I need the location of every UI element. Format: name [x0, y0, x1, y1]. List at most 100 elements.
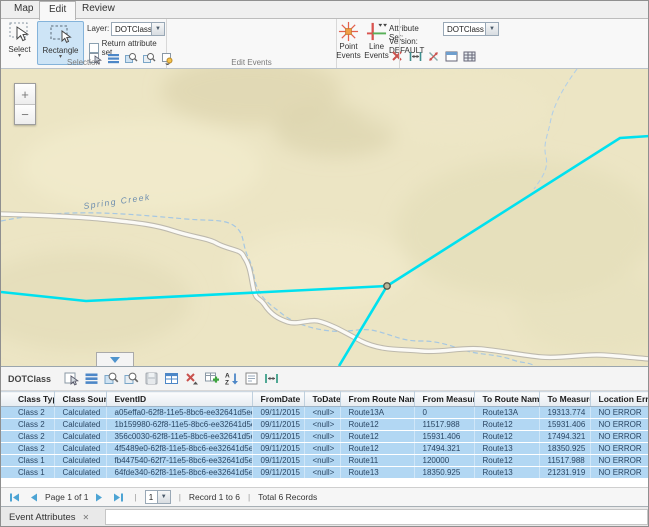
- column-header[interactable]: To Measure: [539, 392, 590, 407]
- table-cell[interactable]: 21231.919: [539, 467, 590, 479]
- retire-event-icon[interactable]: [408, 49, 422, 63]
- tab-map[interactable]: Map: [5, 1, 42, 19]
- table-cell[interactable]: Calculated: [54, 443, 106, 455]
- delete-event-icon[interactable]: [183, 370, 200, 387]
- table-row[interactable]: Class 2Calculateda05effa0-62f8-11e5-8bc6…: [1, 407, 649, 419]
- table-row[interactable]: Class 1Calculated64fde340-62f8-11e5-8bc6…: [1, 467, 649, 479]
- attribute-set-combobox[interactable]: DOTClass ▼: [443, 22, 499, 36]
- tab-close-icon[interactable]: ✕: [83, 513, 90, 522]
- attribute-table-icon[interactable]: [163, 370, 180, 387]
- table-cell[interactable]: 09/11/2015: [252, 443, 304, 455]
- page-select-arrow-icon[interactable]: ▼: [157, 491, 170, 503]
- previous-page-icon[interactable]: [28, 492, 39, 503]
- table-cell[interactable]: 15931.406: [414, 431, 474, 443]
- table-cell[interactable]: 64fde340-62f8-11e5-8bc6-ee32641d5ec9: [106, 467, 252, 479]
- table-row[interactable]: Class 2Calculated1b159980-62f8-11e5-8bc6…: [1, 419, 649, 431]
- table-cell[interactable]: <null>: [304, 407, 340, 419]
- table-cell[interactable]: Class 1: [1, 467, 54, 479]
- table-cell[interactable]: Route13A: [340, 407, 414, 419]
- table-cell[interactable]: Class 2: [1, 407, 54, 419]
- last-page-icon[interactable]: [113, 492, 124, 503]
- table-cell[interactable]: 4f5489e0-62f8-11e5-8bc6-ee32641d5ec9: [106, 443, 252, 455]
- table-cell[interactable]: NO ERROR: [590, 431, 649, 443]
- table-cell[interactable]: Calculated: [54, 467, 106, 479]
- table-cell[interactable]: 09/11/2015: [252, 407, 304, 419]
- fit-columns-icon[interactable]: [263, 370, 280, 387]
- table-row[interactable]: Class 2Calculated4f5489e0-62f8-11e5-8bc6…: [1, 443, 649, 455]
- table-cell[interactable]: Class 2: [1, 431, 54, 443]
- column-header[interactable]: EventID: [106, 392, 252, 407]
- table-cell[interactable]: Class 1: [1, 455, 54, 467]
- column-header[interactable]: FromDate: [252, 392, 304, 407]
- reassign-route-icon[interactable]: [426, 49, 440, 63]
- table-cell[interactable]: Route11: [340, 455, 414, 467]
- tab-edit[interactable]: Edit: [39, 1, 76, 20]
- layer-combobox[interactable]: DOTClass ▼: [111, 22, 165, 36]
- table-cell[interactable]: 09/11/2015: [252, 455, 304, 467]
- table-cell[interactable]: NO ERROR: [590, 419, 649, 431]
- add-event-icon[interactable]: [203, 370, 220, 387]
- tab-review[interactable]: Review: [73, 1, 124, 19]
- select-features-icon[interactable]: [63, 370, 80, 387]
- table-cell[interactable]: 09/11/2015: [252, 431, 304, 443]
- first-page-icon[interactable]: [9, 492, 20, 503]
- sort-icon[interactable]: AZ: [223, 370, 240, 387]
- table-cell[interactable]: 356c0030-62f8-11e5-8bc6-ee32641d5ec9: [106, 431, 252, 443]
- table-cell[interactable]: 09/11/2015: [252, 467, 304, 479]
- point-events-button[interactable]: Point Events: [335, 21, 362, 65]
- table-cell[interactable]: <null>: [304, 419, 340, 431]
- table-cell[interactable]: Route13: [474, 443, 539, 455]
- table-cell[interactable]: 18350.925: [414, 467, 474, 479]
- table-cell[interactable]: 17494.321: [539, 431, 590, 443]
- column-header[interactable]: Class Source: [54, 392, 106, 407]
- table-cell[interactable]: NO ERROR: [590, 467, 649, 479]
- table-cell[interactable]: 17494.321: [414, 443, 474, 455]
- layer-combo-arrow-icon[interactable]: ▼: [151, 23, 164, 35]
- table-cell[interactable]: NO ERROR: [590, 455, 649, 467]
- zoom-out-button[interactable]: −: [15, 104, 35, 124]
- column-header[interactable]: From Route Name: [340, 392, 414, 407]
- next-page-icon[interactable]: [94, 492, 105, 503]
- table-cell[interactable]: Route13A: [474, 407, 539, 419]
- table-cell[interactable]: 19313.774: [539, 407, 590, 419]
- table-row[interactable]: Class 2Calculated356c0030-62f8-11e5-8bc6…: [1, 431, 649, 443]
- zoom-to-selection-icon[interactable]: [103, 370, 120, 387]
- save-icon[interactable]: [143, 370, 160, 387]
- table-cell[interactable]: fb447540-62f7-11e5-8bc6-ee32641d5ec9: [106, 455, 252, 467]
- table-cell[interactable]: NO ERROR: [590, 443, 649, 455]
- table-cell[interactable]: Route12: [474, 419, 539, 431]
- table-cell[interactable]: Calculated: [54, 407, 106, 419]
- event-window-icon[interactable]: [444, 49, 458, 63]
- table-cell[interactable]: <null>: [304, 467, 340, 479]
- table-row[interactable]: Class 1Calculatedfb447540-62f7-11e5-8bc6…: [1, 455, 649, 467]
- table-cell[interactable]: Calculated: [54, 455, 106, 467]
- table-cell[interactable]: 0: [414, 407, 474, 419]
- zoom-in-button[interactable]: +: [15, 84, 35, 104]
- table-cell[interactable]: <null>: [304, 455, 340, 467]
- table-cell[interactable]: Route12: [340, 431, 414, 443]
- column-header[interactable]: Location Error: [590, 392, 649, 407]
- table-cell[interactable]: Route13: [340, 467, 414, 479]
- map-canvas[interactable]: Spring Creek + −: [1, 69, 649, 366]
- table-cell[interactable]: 11517.988: [414, 419, 474, 431]
- table-cell[interactable]: <null>: [304, 431, 340, 443]
- form-view-icon[interactable]: [243, 370, 260, 387]
- table-cell[interactable]: NO ERROR: [590, 407, 649, 419]
- pan-to-selection-icon[interactable]: [123, 370, 140, 387]
- table-cell[interactable]: Route12: [340, 443, 414, 455]
- column-header[interactable]: To Route Name: [474, 392, 539, 407]
- table-cell[interactable]: Calculated: [54, 419, 106, 431]
- table-cell[interactable]: Route12: [474, 455, 539, 467]
- table-cell[interactable]: <null>: [304, 443, 340, 455]
- event-grid-icon[interactable]: [462, 49, 476, 63]
- column-header[interactable]: Class Type: [1, 392, 54, 407]
- panel-collapse-tab[interactable]: [96, 352, 134, 366]
- table-cell[interactable]: Route13: [474, 467, 539, 479]
- table-cell[interactable]: Route12: [340, 419, 414, 431]
- table-cell[interactable]: a05effa0-62f8-11e5-8bc6-ee32641d5ec9: [106, 407, 252, 419]
- table-cell[interactable]: Class 2: [1, 443, 54, 455]
- table-cell[interactable]: 15931.406: [539, 419, 590, 431]
- table-cell[interactable]: 09/11/2015: [252, 419, 304, 431]
- table-cell[interactable]: 11517.988: [539, 455, 590, 467]
- route-junction-marker[interactable]: [384, 283, 390, 289]
